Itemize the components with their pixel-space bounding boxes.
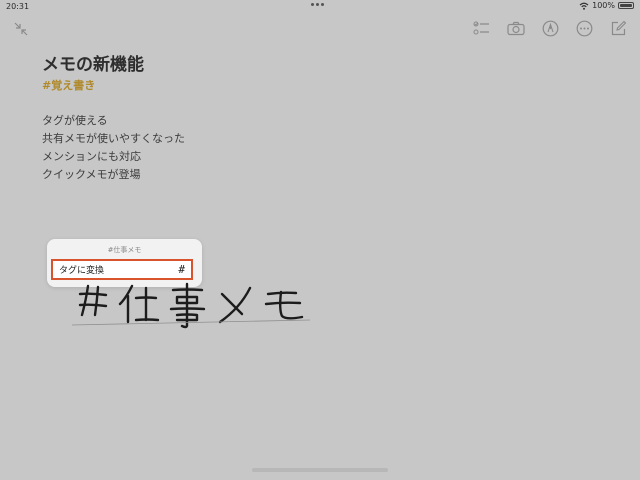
more-icon	[576, 20, 592, 36]
collapse-button[interactable]	[12, 20, 30, 38]
note-line: メンションにも対応	[42, 150, 141, 163]
handwritten-ink[interactable]	[70, 278, 315, 330]
compose-button[interactable]	[608, 18, 628, 38]
recognized-text-preview: #仕事メモ	[107, 246, 142, 254]
note-body[interactable]: タグが使える 共有メモが使いやすくなった メンションにも対応 クイックメモが登場	[42, 112, 185, 184]
status-right: 100%	[579, 1, 634, 10]
note-line: クイックメモが登場	[42, 168, 141, 181]
markup-pen-icon	[542, 20, 558, 36]
camera-button[interactable]	[506, 18, 526, 38]
note-line: 共有メモが使いやすくなった	[42, 132, 185, 145]
wifi-icon	[579, 2, 589, 10]
checklist-icon	[473, 21, 489, 35]
multitasking-dots-icon[interactable]	[311, 3, 324, 6]
markup-button[interactable]	[540, 18, 560, 38]
collapse-icon	[14, 22, 28, 36]
status-time: 20:31	[6, 2, 30, 11]
note-toolbar	[472, 18, 628, 38]
battery-icon	[618, 2, 634, 9]
more-button[interactable]	[574, 18, 594, 38]
note-tag[interactable]: #覚え書き	[42, 77, 95, 93]
compose-icon	[611, 20, 626, 35]
battery-percent: 100%	[592, 1, 615, 10]
note-line: タグが使える	[42, 114, 108, 127]
checklist-button[interactable]	[472, 18, 492, 38]
hashtag-icon: #	[178, 263, 185, 276]
home-indicator[interactable]	[252, 468, 388, 472]
note-title[interactable]: メモの新機能	[42, 50, 144, 75]
status-bar: 20:31 100%	[0, 0, 640, 14]
convert-to-tag-label: タグに変換	[59, 266, 105, 276]
camera-icon	[507, 21, 525, 35]
convert-to-tag-button[interactable]: タグに変換 #	[51, 259, 193, 280]
